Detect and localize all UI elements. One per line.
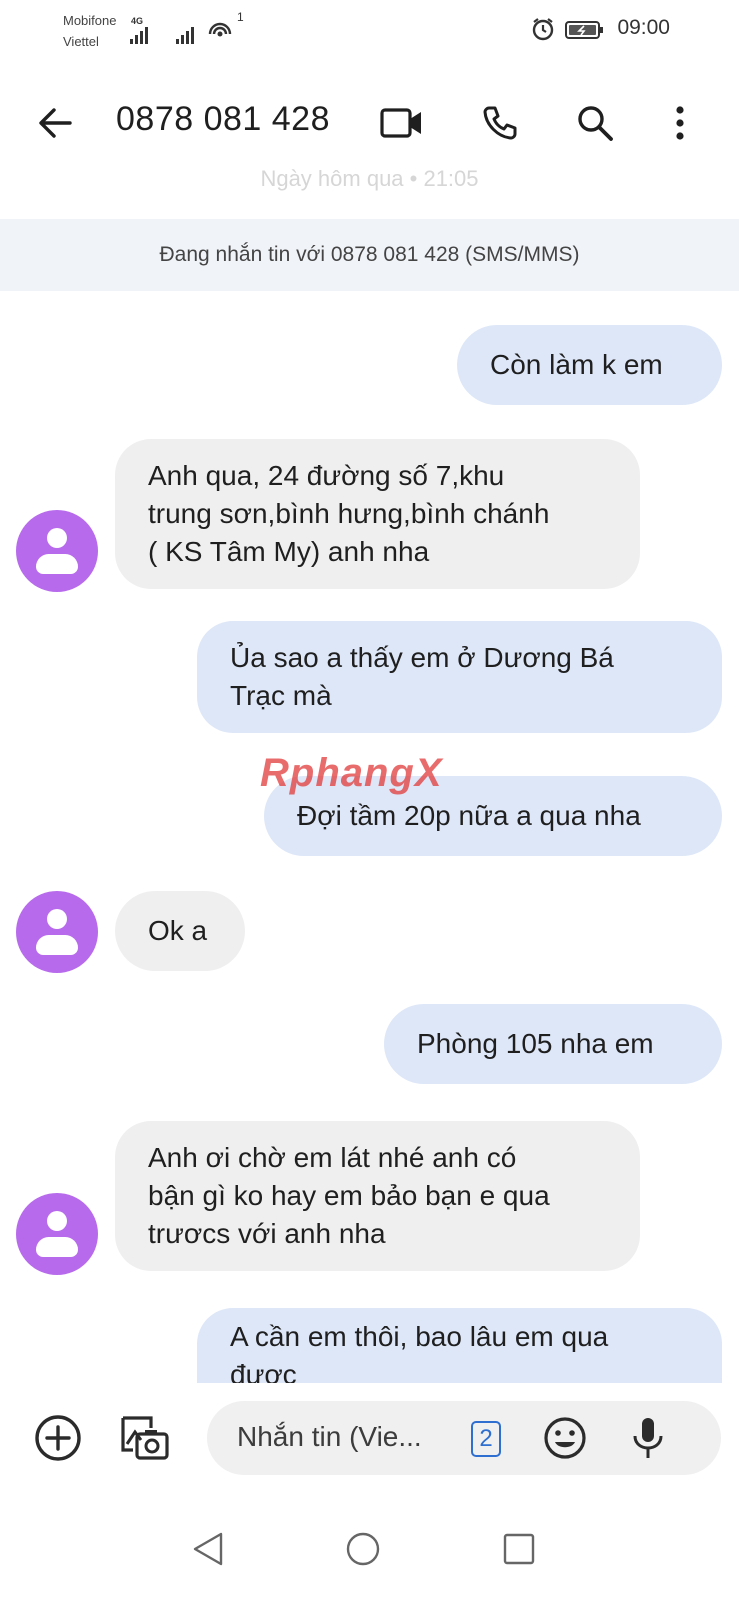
system-nav-bar [0,1500,739,1600]
emoji-icon [544,1417,586,1459]
avatar-person-icon [47,909,67,929]
nav-recents-icon [503,1533,535,1565]
carrier-names: Mobifone Viettel [63,10,116,52]
message-bubble-outgoing[interactable]: Ủa sao a thấy em ở Dương Bá Trạc mà [197,621,722,733]
video-call-icon [380,108,421,138]
nav-home-button[interactable] [338,1524,388,1574]
watermark-logo: RphangX [260,751,443,795]
arrow-back-icon [39,108,72,138]
message-text: Ủa sao a thấy em ở Dương Bá Trạc mà [230,642,614,711]
nav-home-icon [346,1532,380,1566]
message-text: Phòng 105 nha em [417,1028,654,1059]
carrier-2: Viettel [63,34,99,49]
contact-avatar[interactable] [16,891,98,973]
more-vert-icon [676,106,684,140]
message-text: Anh ơi chờ em lát nhé anh có bận gì ko h… [148,1142,550,1249]
message-text: A cần em thôi, bao lâu em qua được [230,1321,609,1383]
back-button[interactable] [30,98,80,148]
signal-indicators [130,18,234,44]
message-bubble-outgoing[interactable]: Phòng 105 nha em [384,1004,722,1084]
battery-icon [565,21,603,39]
alarm-icon [532,18,554,41]
signal-1-icon [130,24,148,44]
sms-info-banner: Đang nhắn tin với 0878 081 428 (SMS/MMS) [0,219,739,291]
message-bubble-incoming[interactable]: Anh qua, 24 đường số 7,khu trung sơn,bìn… [115,439,640,589]
video-call-button[interactable] [377,98,427,148]
status-clock: 09:00 [617,16,670,39]
phone-icon [483,106,517,140]
phone-call-button[interactable] [475,98,525,148]
avatar-person-icon [47,1211,67,1231]
nav-back-icon [193,1532,223,1566]
conversation-list[interactable]: Còn làm k em Anh qua, 24 đường số 7,khu … [0,291,739,1383]
nav-recents-button[interactable] [494,1524,544,1574]
gallery-camera-button[interactable] [117,1410,173,1466]
emoji-button[interactable] [537,1410,593,1466]
search-button[interactable] [570,98,620,148]
add-attachment-button[interactable] [30,1410,86,1466]
sim-selector-badge[interactable]: 2 [471,1421,501,1457]
search-icon [578,106,613,141]
add-circle-icon [35,1415,81,1461]
avatar-person-icon [47,528,67,548]
message-input[interactable]: Nhắn tin (Vie... 2 [207,1401,721,1475]
contact-title: 0878 081 428 [116,100,330,138]
message-composer: Nhắn tin (Vie... 2 [0,1383,739,1493]
message-bubble-outgoing[interactable]: A cần em thôi, bao lâu em qua được [197,1308,722,1383]
photo-camera-icon [121,1416,169,1460]
hotspot-count: 1 [237,10,244,24]
message-text: Đợi tầm 20p nữa a qua nha [297,800,641,831]
message-bubble-incoming[interactable]: Ok a [115,891,245,971]
carrier-1: Mobifone [63,13,117,28]
microphone-icon [633,1418,663,1458]
more-options-button[interactable] [655,98,705,148]
message-text: Còn làm k em [490,349,663,380]
status-bar: Mobifone Viettel 4G 1 09:00 [0,0,739,60]
message-bubble-outgoing[interactable]: Còn làm k em [457,325,722,405]
voice-input-button[interactable] [620,1410,676,1466]
message-text: Ok a [148,915,208,946]
message-text: Anh qua, 24 đường số 7,khu trung sơn,bìn… [148,460,550,567]
message-input-placeholder: Nhắn tin (Vie... [237,1421,422,1452]
nav-back-button[interactable] [183,1524,233,1574]
contact-avatar[interactable] [16,1193,98,1275]
signal-2-icon [176,24,194,44]
contact-avatar[interactable] [16,510,98,592]
date-divider: Ngày hôm qua • 21:05 [260,166,479,191]
message-bubble-incoming[interactable]: Anh ơi chờ em lát nhé anh có bận gì ko h… [115,1121,640,1271]
hotspot-icon [208,22,232,37]
app-bar: 0878 081 428 [0,78,739,168]
